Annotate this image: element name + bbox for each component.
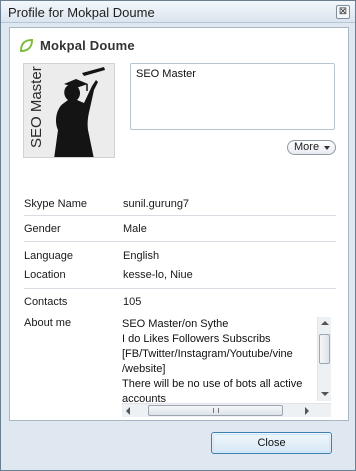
contacts-value: 105 bbox=[123, 296, 142, 308]
about-line: I do Likes Followers Subscribs bbox=[122, 333, 271, 345]
about-line: /website] bbox=[122, 363, 166, 375]
skype-name-label: Skype Name bbox=[24, 198, 87, 210]
scroll-up-icon[interactable] bbox=[321, 321, 329, 325]
window-title: Profile for Mokpal Doume bbox=[8, 5, 155, 20]
vertical-scrollbar[interactable] bbox=[317, 317, 331, 401]
scroll-left-icon[interactable] bbox=[126, 407, 130, 415]
chevron-down-icon bbox=[324, 146, 330, 150]
more-button-label: More bbox=[294, 141, 320, 153]
avatar-caption: SEO Master bbox=[28, 66, 45, 148]
divider bbox=[24, 241, 336, 242]
vertical-scroll-thumb[interactable] bbox=[319, 334, 330, 364]
profile-header: Mokpal Doume bbox=[19, 36, 135, 54]
close-button[interactable]: Close bbox=[211, 432, 332, 454]
skype-name-value: sunil.gurung7 bbox=[123, 198, 190, 210]
horizontal-scroll-thumb[interactable] bbox=[148, 405, 283, 416]
scroll-right-icon[interactable] bbox=[305, 407, 309, 415]
contacts-label: Contacts bbox=[24, 296, 68, 308]
about-line: SEO Master/on Sythe bbox=[122, 318, 229, 330]
divider bbox=[24, 215, 336, 216]
language-value: English bbox=[123, 250, 160, 262]
profile-panel: Mokpal Doume SEO Master SEO Master More … bbox=[9, 27, 349, 421]
location-value: kesse-lo, Niue bbox=[123, 269, 193, 281]
window-close-icon[interactable]: ⊠ bbox=[336, 5, 350, 19]
horizontal-scrollbar[interactable] bbox=[122, 403, 331, 417]
gender-label: Gender bbox=[24, 223, 61, 235]
mood-message-text: SEO Master bbox=[136, 68, 196, 80]
about-me-box[interactable]: SEO Master/on Sythe I do Likes Followers… bbox=[122, 317, 331, 419]
about-label: About me bbox=[24, 317, 72, 329]
profile-window: Profile for Mokpal Doume ⊠ Mokpal Doume … bbox=[0, 0, 356, 471]
divider bbox=[24, 288, 336, 289]
scroll-down-icon[interactable] bbox=[321, 392, 329, 396]
avatar: SEO Master bbox=[23, 63, 115, 158]
mood-message-box[interactable]: SEO Master bbox=[130, 63, 335, 130]
about-me-text: SEO Master/on Sythe I do Likes Followers… bbox=[122, 317, 310, 407]
language-label: Language bbox=[24, 250, 73, 262]
graduate-silhouette-image: SEO Master bbox=[24, 64, 114, 157]
more-button[interactable]: More bbox=[287, 140, 336, 155]
profile-name: Mokpal Doume bbox=[40, 37, 135, 53]
location-label: Location bbox=[24, 269, 66, 281]
about-line: There will be no use of bots all active bbox=[122, 378, 303, 390]
online-leaf-icon bbox=[19, 38, 34, 52]
gender-value: Male bbox=[123, 223, 147, 235]
title-bar: Profile for Mokpal Doume ⊠ bbox=[1, 1, 355, 23]
about-line: [FB/Twitter/Instagram/Youtube/vine bbox=[122, 348, 293, 360]
grip-icon bbox=[213, 408, 219, 413]
